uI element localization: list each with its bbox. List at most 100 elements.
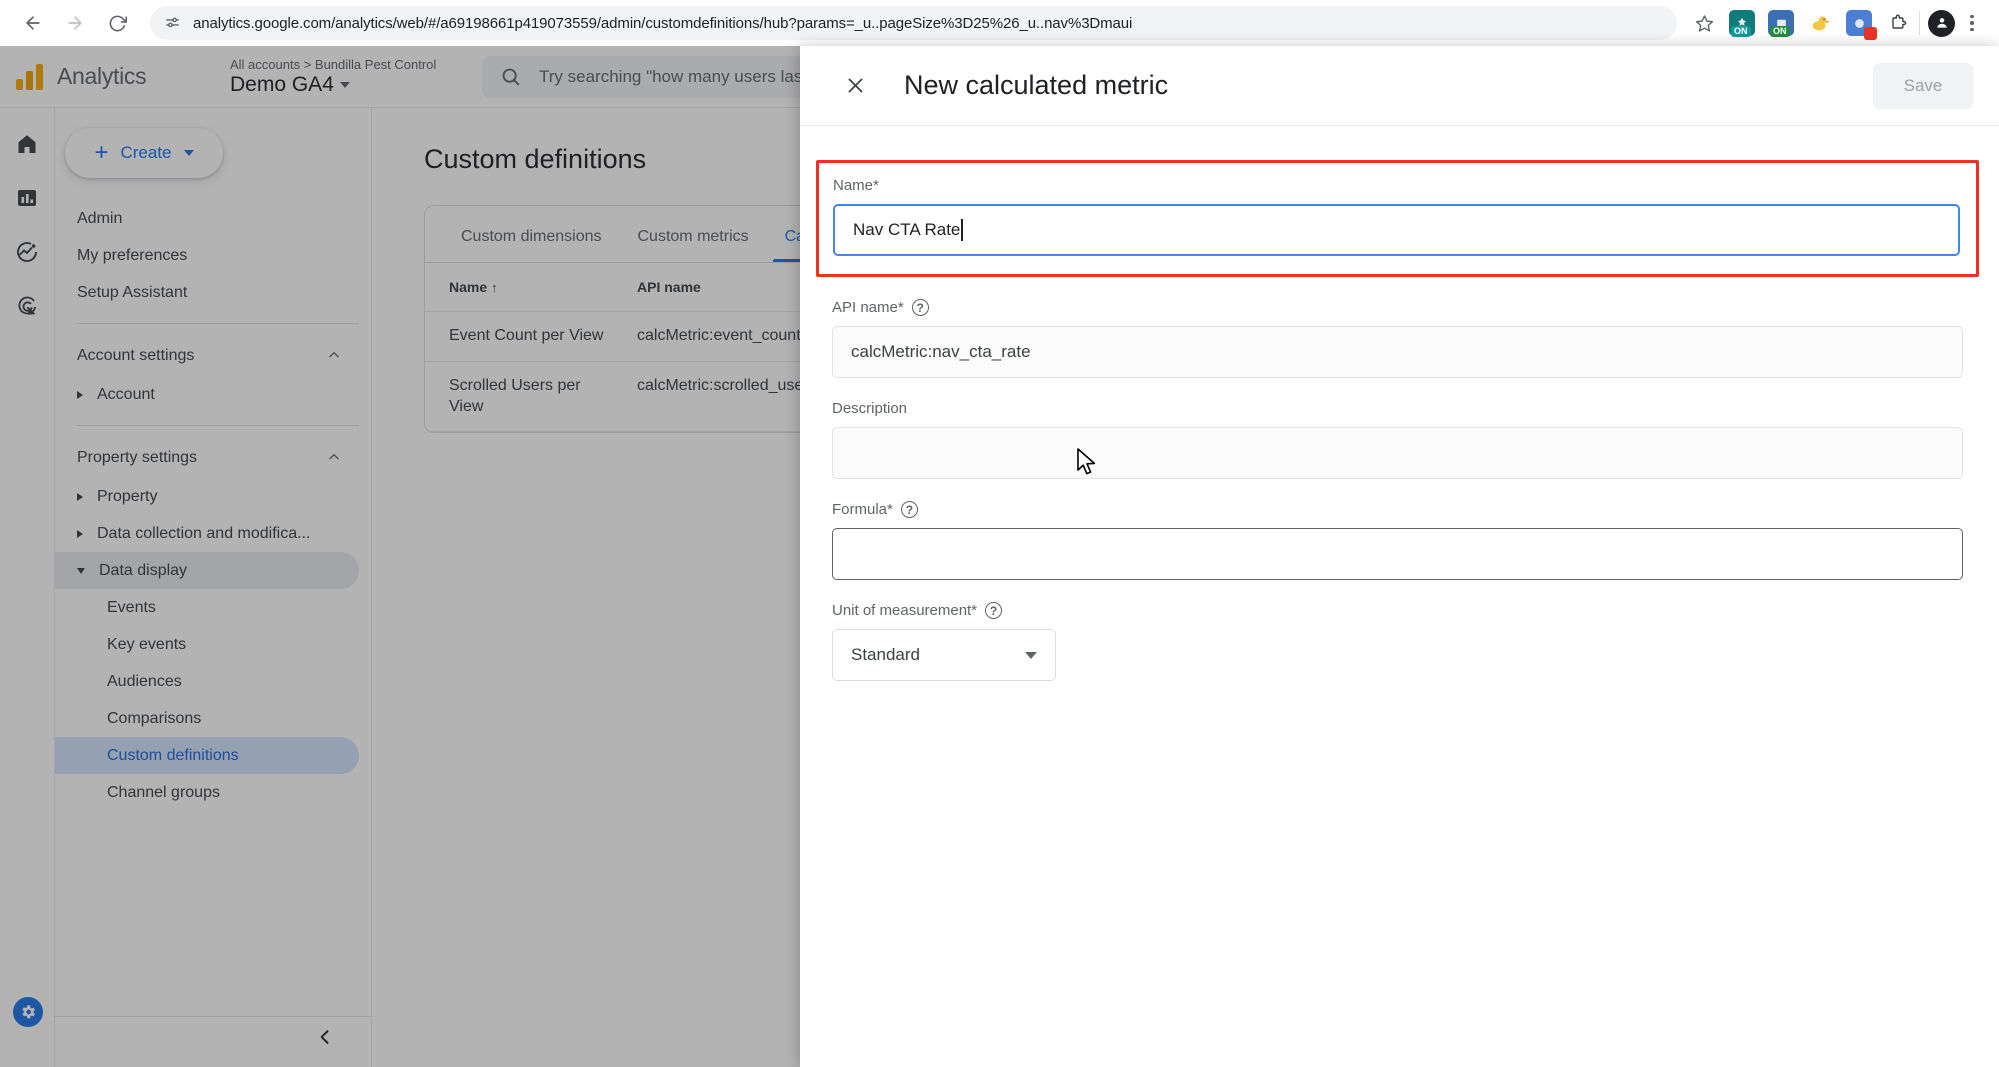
- api-name-field-block: API name* ? calcMetric:nav_cta_rate: [832, 299, 1963, 378]
- name-input[interactable]: Nav CTA Rate: [833, 204, 1960, 256]
- sidebar-item-property[interactable]: Property: [55, 478, 359, 515]
- explore-icon[interactable]: [13, 238, 41, 266]
- sidebar-item-label: Admin: [77, 209, 123, 227]
- forward-arrow-icon[interactable]: [56, 4, 94, 42]
- extensions-puzzle-icon[interactable]: [1885, 10, 1911, 36]
- property-name: Demo GA4: [230, 73, 482, 97]
- divider: [77, 323, 359, 324]
- help-circle-icon[interactable]: ?: [911, 299, 929, 316]
- toolbar-divider: [1919, 11, 1920, 35]
- save-button[interactable]: Save: [1873, 62, 1973, 109]
- description-input[interactable]: [832, 427, 1963, 479]
- unit-field-block: Unit of measurement* ? Standard: [832, 602, 1963, 681]
- sidebar-item-my-preferences[interactable]: My preferences: [55, 237, 359, 274]
- column-header-label: API name: [637, 279, 701, 295]
- url-text: analytics.google.com/analytics/web/#/a69…: [193, 14, 1133, 32]
- advertising-target-icon[interactable]: [13, 292, 41, 320]
- triangle-right-icon: [77, 529, 83, 538]
- sidebar-item-label: Data display: [99, 561, 188, 579]
- sidebar-section-property-settings[interactable]: Property settings: [55, 438, 359, 478]
- create-button[interactable]: + Create: [65, 128, 223, 178]
- sidebar-item-label: Account: [97, 385, 155, 403]
- address-bar[interactable]: analytics.google.com/analytics/web/#/a69…: [150, 6, 1677, 40]
- extension-green-on-icon[interactable]: ON: [1768, 10, 1794, 37]
- sidebar-item-label: Key events: [107, 635, 187, 653]
- sidebar-item-custom-definitions[interactable]: Custom definitions: [55, 737, 359, 774]
- formula-label-text: Formula*: [832, 501, 893, 518]
- chrome-menu-icon[interactable]: [1959, 14, 1985, 32]
- tab-custom-metrics[interactable]: Custom metrics: [620, 206, 767, 262]
- unit-label-text: Unit of measurement*: [832, 602, 978, 619]
- extension-badge: ON: [1770, 25, 1790, 37]
- extension-badge: ON: [1731, 25, 1751, 37]
- sidebar-item-label: My preferences: [77, 246, 188, 264]
- reload-icon[interactable]: [98, 4, 136, 42]
- sidebar-item-key-events[interactable]: Key events: [55, 626, 359, 663]
- sidebar-collapse-row: [55, 1016, 371, 1053]
- help-circle-icon[interactable]: ?: [900, 501, 918, 518]
- sidebar-item-label: Channel groups: [107, 783, 220, 801]
- sidebar-item-audiences[interactable]: Audiences: [55, 663, 359, 700]
- icon-rail: [0, 108, 55, 1067]
- sidebar-item-setup-assistant[interactable]: Setup Assistant: [55, 274, 359, 311]
- api-name-input: calcMetric:nav_cta_rate: [832, 326, 1963, 378]
- search-icon: [500, 66, 521, 87]
- chevron-left-icon[interactable]: [315, 1027, 335, 1053]
- left-navigation: + Create Admin My preferences Setup Assi…: [55, 108, 372, 1067]
- account-selector[interactable]: All accounts > Bundilla Pest Control Dem…: [222, 57, 482, 97]
- extension-duck-icon[interactable]: [1807, 10, 1833, 36]
- admin-gear-icon[interactable]: [13, 997, 43, 1027]
- save-button-label: Save: [1903, 75, 1943, 95]
- star-icon[interactable]: [1689, 8, 1719, 38]
- sidebar-item-data-display[interactable]: Data display: [55, 552, 359, 589]
- property-name-label: Demo GA4: [230, 72, 334, 96]
- sidebar-item-comparisons[interactable]: Comparisons: [55, 700, 359, 737]
- sidebar-section-label: Account settings: [77, 347, 195, 364]
- sidebar-item-events[interactable]: Events: [55, 589, 359, 626]
- panel-title: New calculated metric: [904, 70, 1169, 100]
- site-settings-icon[interactable]: [164, 15, 181, 32]
- api-name-label-text: API name*: [832, 299, 904, 316]
- extension-red-dot-icon[interactable]: [1846, 10, 1877, 40]
- cell-name: Event Count per View: [425, 311, 625, 362]
- sort-ascending-arrow-icon[interactable]: ↑: [491, 280, 498, 295]
- triangle-down-icon: [77, 567, 85, 574]
- tab-label: Custom metrics: [637, 228, 749, 245]
- sidebar-item-label: Data collection and modifica...: [97, 524, 311, 542]
- close-icon[interactable]: [840, 71, 870, 101]
- unit-of-measurement-select[interactable]: Standard: [832, 629, 1056, 681]
- name-input-value: Nav CTA Rate: [853, 220, 961, 239]
- text-caret: [961, 219, 963, 241]
- sidebar-section-account-settings[interactable]: Account settings: [55, 336, 359, 376]
- extension-teal-on-icon[interactable]: ON: [1729, 10, 1755, 37]
- name-field-label: Name*: [833, 177, 1960, 194]
- sidebar-item-channel-groups[interactable]: Channel groups: [55, 774, 359, 811]
- sidebar-item-label: Events: [107, 598, 156, 616]
- divider: [77, 425, 359, 426]
- help-circle-icon[interactable]: ?: [985, 602, 1003, 619]
- product-name: Analytics: [57, 63, 147, 89]
- home-icon[interactable]: [13, 130, 41, 158]
- sidebar-item-label: Comparisons: [107, 709, 202, 727]
- tab-custom-dimensions[interactable]: Custom dimensions: [443, 206, 620, 262]
- sidebar-item-admin[interactable]: Admin: [55, 200, 359, 237]
- description-field-block: Description: [832, 400, 1963, 479]
- triangle-right-icon: [77, 492, 83, 501]
- column-header-name[interactable]: Name ↑: [425, 263, 625, 312]
- column-header-label: Name: [449, 279, 488, 295]
- description-field-label: Description: [832, 400, 1963, 417]
- create-button-label: Create: [120, 143, 172, 162]
- formula-field-block: Formula* ?: [832, 501, 1963, 580]
- api-name-field-label: API name* ?: [832, 299, 1963, 316]
- sidebar-item-label: Audiences: [107, 672, 182, 690]
- profile-avatar-icon[interactable]: [1928, 9, 1955, 37]
- formula-input[interactable]: [832, 528, 1963, 580]
- sidebar-item-account[interactable]: Account: [55, 376, 359, 413]
- unit-select-value: Standard: [851, 645, 920, 664]
- analytics-logo[interactable]: Analytics: [0, 63, 222, 90]
- sidebar-item-data-collection[interactable]: Data collection and modifica...: [55, 515, 359, 552]
- browser-toolbar: analytics.google.com/analytics/web/#/a69…: [0, 0, 1999, 46]
- back-arrow-icon[interactable]: [14, 4, 52, 42]
- chevron-down-icon[interactable]: [339, 81, 350, 88]
- reports-bar-chart-icon[interactable]: [13, 184, 41, 212]
